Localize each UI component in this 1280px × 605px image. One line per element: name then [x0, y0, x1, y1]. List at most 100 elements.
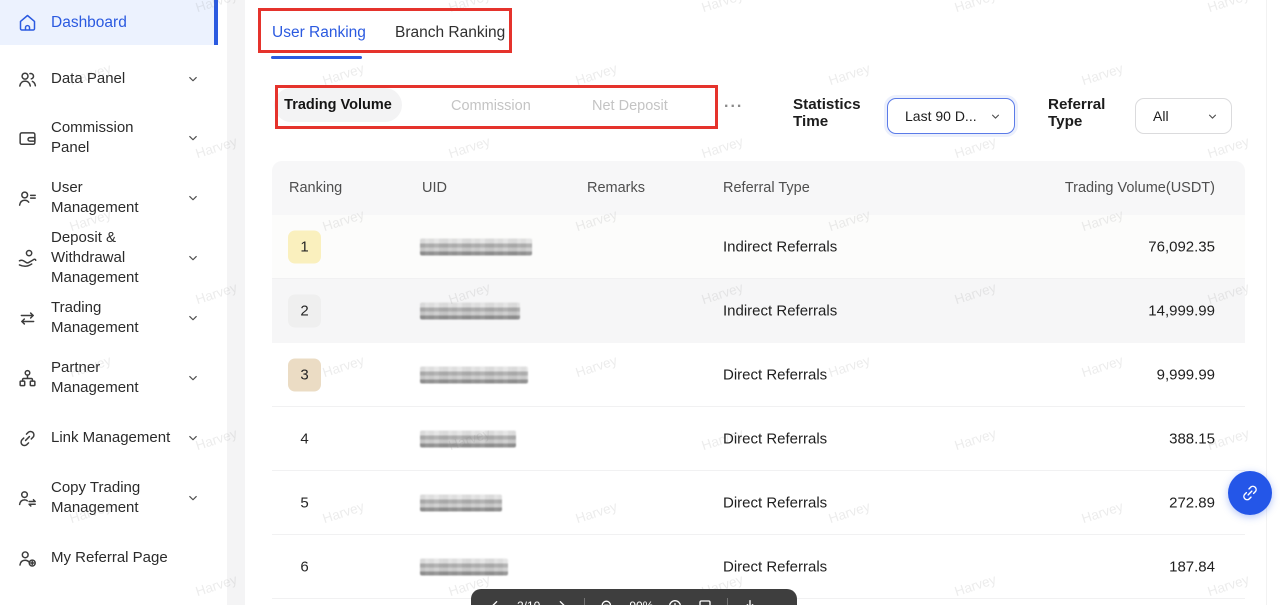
table-row: 2 Indirect Referrals 14,999.99 — [272, 279, 1245, 343]
ranking-cell: 5 — [288, 486, 321, 519]
referral-type-cell: Indirect Referrals — [723, 302, 837, 319]
referral-type-label: Referral Type — [1048, 96, 1114, 130]
sidebar-item-label: Deposit & Withdrawal Management — [51, 228, 173, 288]
user-plus-icon — [17, 548, 38, 569]
page-indicator: 2/10 — [517, 598, 540, 605]
referral-type-cell: Direct Referrals — [723, 558, 827, 575]
chevron-down-icon — [186, 491, 200, 505]
sidebar-item-label: Data Panel — [51, 69, 173, 89]
more-subtabs-button[interactable]: ... — [724, 94, 743, 112]
home-icon — [17, 12, 38, 33]
sidebar-item-label: Trading Management — [51, 298, 173, 338]
page-gutter — [1266, 0, 1280, 605]
sidebar-item-label: User Management — [51, 178, 173, 218]
uid-redacted — [420, 302, 520, 319]
watermark-text: Harvey — [447, 134, 492, 161]
sidebar-item-commission-panel[interactable]: Commission Panel — [0, 123, 218, 153]
sidebar-item-user-management[interactable]: User Management — [0, 183, 218, 213]
ranking-cell: 6 — [288, 550, 321, 583]
ranking-value: 4 — [300, 430, 308, 447]
ranking-badge-gold: 1 — [288, 230, 321, 263]
watermark-text: Harvey — [953, 134, 998, 161]
sidebar-item-dashboard[interactable]: Dashboard — [0, 0, 218, 45]
ranking-value: 5 — [300, 494, 308, 511]
chevron-down-icon — [186, 371, 200, 385]
referral-type-value: All — [1153, 108, 1169, 124]
ranking-badge-silver: 2 — [288, 294, 321, 327]
column-header-uid: UID — [422, 161, 447, 215]
user-arrows-icon — [17, 488, 38, 509]
table-row: 1 Indirect Referrals 76,092.35 — [272, 215, 1245, 279]
uid-redacted — [420, 238, 532, 255]
uid-redacted — [420, 494, 502, 511]
watermark-text: Harvey — [1206, 134, 1251, 161]
sidebar-item-link-management[interactable]: Link Management — [0, 423, 218, 453]
link-icon — [1240, 483, 1260, 503]
watermark-text: Harvey — [827, 61, 872, 88]
sidebar-item-label: Dashboard — [51, 13, 200, 33]
ranking-value: 1 — [300, 238, 308, 255]
next-image-button[interactable] — [554, 598, 570, 605]
referral-type-cell: Indirect Referrals — [723, 238, 837, 255]
ranking-value: 2 — [300, 302, 308, 319]
chevron-down-icon — [186, 311, 200, 325]
download-button[interactable] — [742, 598, 758, 605]
zoom-out-button[interactable] — [599, 598, 615, 605]
sidebar-item-label: Commission Panel — [51, 118, 173, 158]
user-list-icon — [17, 188, 38, 209]
uid-redacted — [420, 366, 528, 383]
transfer-icon — [17, 308, 38, 329]
table-row: 5 Direct Referrals 272.89 — [272, 471, 1245, 535]
sidebar-item-my-referral-page[interactable]: My Referral Page — [0, 543, 218, 573]
watermark-text: Harvey — [700, 134, 745, 161]
referral-type-cell: Direct Referrals — [723, 366, 827, 383]
org-chart-icon — [17, 368, 38, 389]
sidebar: Dashboard Data Panel Commission Panel User … — [0, 0, 218, 605]
sidebar-item-data-panel[interactable]: Data Panel — [0, 64, 218, 94]
referral-link-fab[interactable] — [1228, 471, 1272, 515]
image-viewer-toolbar: 2/10 90% — [471, 589, 797, 605]
active-tab-indicator — [271, 56, 362, 59]
watermark-text: Harvey — [700, 0, 745, 15]
toolbar-divider — [584, 598, 585, 605]
referral-type-cell: Direct Referrals — [723, 494, 827, 511]
previous-image-button[interactable] — [487, 598, 503, 605]
uid-redacted — [420, 430, 516, 447]
zoom-in-button[interactable] — [667, 598, 683, 605]
trading-volume-cell: 272.89 — [1169, 494, 1215, 511]
sidebar-item-label: Link Management — [51, 428, 173, 448]
link-icon — [17, 428, 38, 449]
statistics-time-select[interactable]: Last 90 D... — [887, 98, 1015, 134]
sidebar-item-trading-management[interactable]: Trading Management — [0, 296, 218, 340]
chevron-down-icon — [186, 251, 200, 265]
trading-volume-cell: 187.84 — [1169, 558, 1215, 575]
ranking-value: 3 — [300, 366, 308, 383]
sidebar-item-copy-trading-management[interactable]: Copy Trading Management — [0, 476, 218, 520]
trading-volume-cell: 76,092.35 — [1148, 238, 1215, 255]
column-header-referral-type: Referral Type — [723, 161, 810, 215]
table-row: 3Direct Referrals9,999.99 — [272, 343, 1245, 407]
chevron-down-icon — [186, 431, 200, 445]
table-header: Ranking UID Remarks Referral Type Tradin… — [272, 161, 1245, 215]
chevron-down-icon — [186, 72, 200, 86]
watermark-text: Harvey — [1206, 0, 1251, 15]
wallet-icon — [17, 128, 38, 149]
referral-type-select[interactable]: All — [1135, 98, 1232, 134]
ranking-value: 6 — [300, 558, 308, 575]
sidebar-item-deposit-withdrawal-management[interactable]: Deposit & Withdrawal Management — [0, 227, 218, 289]
referral-type-cell: Direct Referrals — [723, 430, 827, 447]
trading-volume-cell: 14,999.99 — [1148, 302, 1215, 319]
toolbar-divider — [727, 598, 728, 605]
sidebar-item-label: My Referral Page — [51, 548, 200, 568]
sidebar-item-label: Partner Management — [51, 358, 173, 398]
hand-coin-icon — [17, 248, 38, 269]
watermark-text: Harvey — [953, 0, 998, 15]
fit-screen-button[interactable] — [697, 598, 713, 605]
uid-redacted — [420, 558, 508, 575]
sidebar-item-partner-management[interactable]: Partner Management — [0, 356, 218, 400]
ranking-cell: 4 — [288, 422, 321, 455]
chevron-down-icon — [186, 191, 200, 205]
table-row: 4Direct Referrals388.15 — [272, 407, 1245, 471]
chevron-down-icon — [989, 110, 1002, 123]
column-header-remarks: Remarks — [587, 161, 645, 215]
